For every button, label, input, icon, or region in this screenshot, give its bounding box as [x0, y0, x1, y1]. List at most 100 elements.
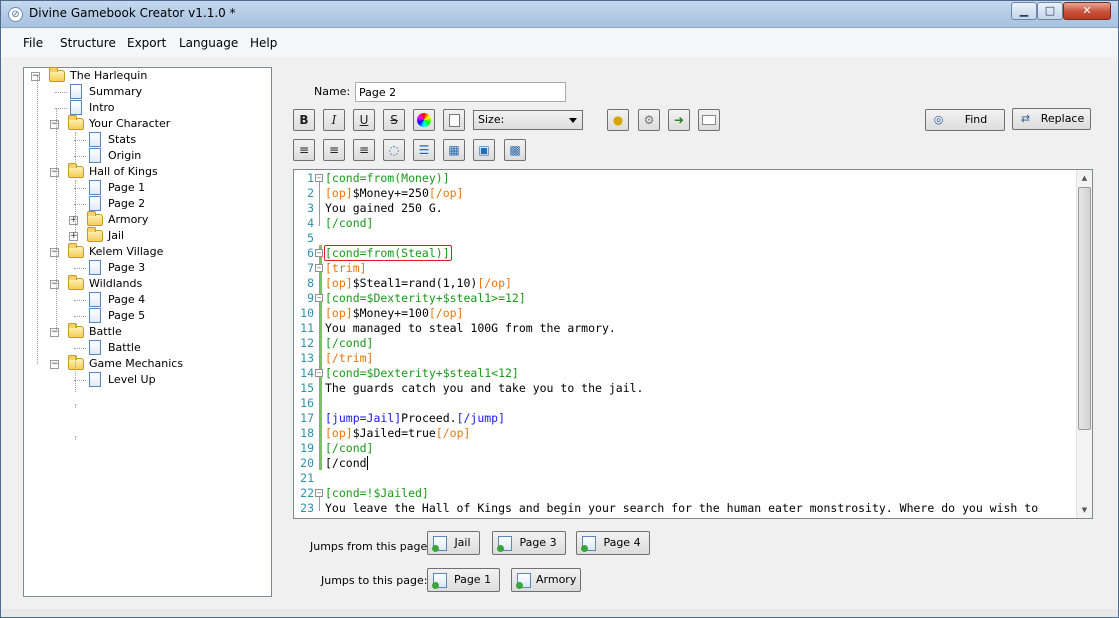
find-button[interactable]: ◎ Find: [925, 109, 1005, 131]
menu-language[interactable]: Language: [179, 36, 238, 50]
menu-export[interactable]: Export: [127, 36, 166, 50]
expander-icon[interactable]: +: [69, 232, 78, 241]
clear-format-button[interactable]: [443, 109, 465, 131]
underline-button[interactable]: U: [353, 109, 375, 131]
tree-connector: [74, 348, 86, 349]
scroll-up-icon[interactable]: ▲: [1077, 170, 1092, 186]
jumps-from-button-page-4[interactable]: Page 4: [576, 531, 650, 555]
comment-button[interactable]: ◌: [383, 139, 405, 161]
code-line[interactable]: 1− [cond=from(Money)]: [294, 171, 1077, 186]
tree-item-label: Summary: [89, 85, 143, 98]
replace-button[interactable]: ⇄ Replace: [1012, 108, 1091, 130]
expander-icon[interactable]: −: [50, 360, 59, 369]
expander-icon[interactable]: −: [50, 328, 59, 337]
tree-guide-line: [75, 132, 76, 164]
scroll-down-icon[interactable]: ▼: [1077, 502, 1092, 518]
code-line[interactable]: 21: [294, 471, 1077, 486]
idea-button[interactable]: ●: [607, 109, 629, 131]
expander-icon[interactable]: −: [50, 120, 59, 129]
code-line[interactable]: 17 [jump=Jail]Proceed.[/jump]: [294, 411, 1077, 426]
expander-icon[interactable]: −: [50, 280, 59, 289]
code-line[interactable]: 9− [cond=$Dexterity+$steal1>=12]: [294, 291, 1077, 306]
code-editor[interactable]: ▲ ▼ 1− [cond=from(Money)] 2 [op]$Money+=250…: [293, 169, 1093, 519]
page-name-input[interactable]: [355, 82, 566, 102]
code-line[interactable]: 11 You managed to steal 100G from the arm…: [294, 321, 1077, 336]
fold-toggle-icon[interactable]: −: [315, 264, 323, 272]
code-token: [op]: [325, 306, 353, 320]
close-button[interactable]: ✕: [1063, 2, 1111, 20]
table-button[interactable]: ▦: [443, 139, 465, 161]
scrollbar-thumb[interactable]: [1078, 187, 1091, 430]
code-line[interactable]: 22− [cond=!$Jailed]: [294, 486, 1077, 501]
code-line[interactable]: 7− [trim]: [294, 261, 1077, 276]
maximize-button[interactable]: □: [1037, 2, 1063, 20]
tree-item-label: Wildlands: [89, 277, 143, 290]
strikethrough-button[interactable]: S: [383, 109, 405, 131]
export-icon: ➜: [673, 113, 685, 127]
code-line[interactable]: 15 The guards catch you and take you to t…: [294, 381, 1077, 396]
menu-help[interactable]: Help: [250, 36, 277, 50]
menu-file[interactable]: File: [23, 36, 43, 50]
code-text: [cond=!$Jailed]: [325, 486, 429, 501]
expander-icon[interactable]: +: [69, 216, 78, 225]
settings-button[interactable]: ⚙: [638, 109, 660, 131]
code-token: $Steal1=rand(1,10): [352, 276, 478, 290]
box-button[interactable]: ▣: [473, 139, 495, 161]
italic-button[interactable]: I: [323, 109, 345, 131]
code-line[interactable]: 23 You leave the Hall of Kings and begin …: [294, 501, 1077, 516]
name-label: Name:: [314, 85, 351, 98]
page-icon: [89, 308, 101, 323]
jump-label: Armory: [536, 573, 577, 586]
fold-toggle-icon[interactable]: −: [315, 249, 323, 257]
fold-toggle-icon[interactable]: −: [315, 369, 323, 377]
code-line[interactable]: 19 [/cond]: [294, 441, 1077, 456]
code-token: [/cond]: [325, 441, 374, 455]
trim-button[interactable]: ☰: [413, 139, 435, 161]
code-line[interactable]: 3 You gained 250 G.: [294, 201, 1077, 216]
line-number: 19: [300, 441, 314, 455]
code-line[interactable]: 4 [/cond]: [294, 216, 1077, 231]
code-line[interactable]: 10 [op]$Money+=100[/op]: [294, 306, 1077, 321]
export-page-button[interactable]: ➜: [668, 109, 690, 131]
fold-toggle-icon[interactable]: −: [315, 489, 323, 497]
fold-toggle-icon[interactable]: −: [315, 174, 323, 182]
tree-item-label: Page 1: [108, 181, 146, 194]
minimize-button[interactable]: ▁: [1011, 2, 1037, 20]
blank-button[interactable]: [698, 109, 720, 131]
align-right-button[interactable]: ≡: [353, 139, 375, 161]
bold-button[interactable]: B: [293, 109, 315, 131]
align-left-button[interactable]: ≡: [293, 139, 315, 161]
code-line[interactable]: 20 [/cond: [294, 456, 1077, 471]
code-line[interactable]: 16: [294, 396, 1077, 411]
code-line[interactable]: 2 [op]$Money+=250[/op]: [294, 186, 1077, 201]
structure-tree[interactable]: The Harlequin − Summary Intro Your Character…: [23, 67, 272, 597]
page-link-icon: [581, 536, 596, 552]
tree-guide-line: [75, 180, 76, 232]
menu-structure[interactable]: Structure: [60, 36, 116, 50]
code-line[interactable]: 13 [/trim]: [294, 351, 1077, 366]
expander-icon[interactable]: −: [50, 168, 59, 177]
code-line[interactable]: 8 [op]$Steal1=rand(1,10)[/op]: [294, 276, 1077, 291]
code-line[interactable]: 5: [294, 231, 1077, 246]
code-text: [op]$Money+=100[/op]: [325, 306, 464, 321]
fold-toggle-icon[interactable]: −: [315, 294, 323, 302]
align-center-button[interactable]: ≡: [323, 139, 345, 161]
code-text: [cond=$Dexterity+$steal1>=12]: [325, 291, 526, 306]
tree-guide-line: [75, 404, 76, 408]
font-size-select[interactable]: Size:: [473, 110, 583, 130]
code-line[interactable]: 12 [/cond]: [294, 336, 1077, 351]
jumps-from-button-page-3[interactable]: Page 3: [492, 531, 566, 555]
jumps-to-button-armory[interactable]: Armory: [511, 568, 581, 592]
jumps-from-button-jail[interactable]: Jail: [427, 531, 480, 555]
expander-icon[interactable]: −: [50, 248, 59, 257]
code-line[interactable]: 14− [cond=$Dexterity+$steal1<12]: [294, 366, 1077, 381]
expander-icon[interactable]: −: [31, 72, 40, 81]
jump-label: Jail: [454, 536, 471, 549]
image-button[interactable]: ▩: [504, 139, 526, 161]
color-button[interactable]: [413, 109, 435, 131]
tree-item-label: Stats: [108, 133, 137, 146]
tree-item-label: Page 2: [108, 197, 146, 210]
code-line[interactable]: 18 [op]$Jailed=true[/op]: [294, 426, 1077, 441]
jumps-to-button-page-1[interactable]: Page 1: [427, 568, 500, 592]
vertical-scrollbar[interactable]: ▲ ▼: [1076, 170, 1092, 518]
